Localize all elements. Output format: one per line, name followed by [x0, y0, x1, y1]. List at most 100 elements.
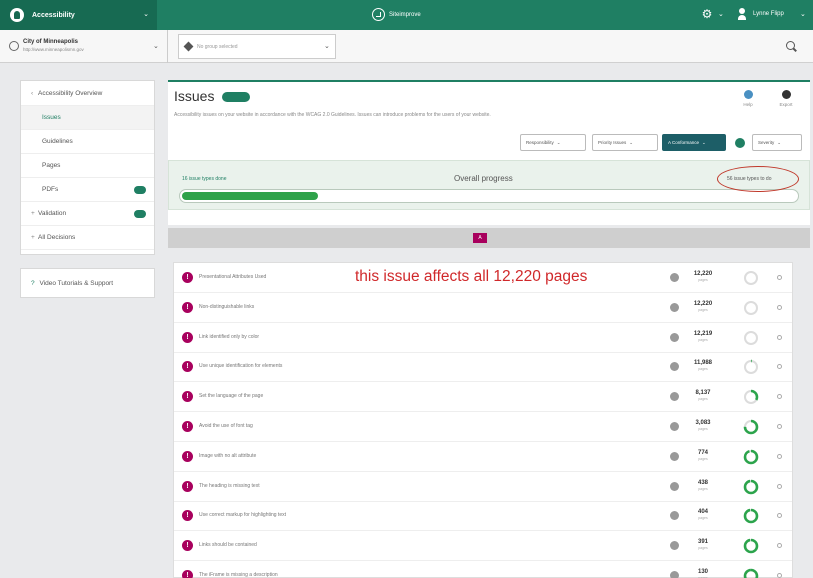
- progress-ring-track: [744, 360, 758, 375]
- siteimprove-logo: Siteimprove: [372, 8, 421, 21]
- row-menu-icon[interactable]: [777, 304, 782, 310]
- issue-label[interactable]: Link identified only by color: [199, 334, 259, 340]
- search-icon[interactable]: [786, 41, 795, 50]
- help-icon[interactable]: [670, 392, 679, 402]
- page-count: 3,083 pages: [692, 420, 714, 431]
- chevron-down-icon[interactable]: ⌄: [800, 10, 806, 18]
- sidebar-item[interactable]: Guidelines: [21, 130, 154, 154]
- help-icon[interactable]: [670, 332, 679, 342]
- row-menu-icon[interactable]: [777, 394, 782, 400]
- sidebar-item-label: All Decisions: [38, 234, 76, 241]
- help-icon[interactable]: [670, 511, 679, 521]
- info-icon[interactable]: [735, 138, 745, 148]
- progress-ring: [743, 360, 759, 375]
- issue-label[interactable]: Set the language of the page: [199, 393, 263, 399]
- issue-row[interactable]: ! The iFrame is missing a description 130 p…: [174, 561, 792, 578]
- progress-fill: [182, 192, 318, 200]
- page-count-unit: pages: [698, 427, 708, 431]
- filter-dropdown[interactable]: A Conformance ⌄: [662, 134, 726, 151]
- filter-dropdown[interactable]: Severity ⌄: [752, 134, 802, 151]
- issue-label[interactable]: Use unique identification for elements: [199, 363, 282, 369]
- progress-ring: [743, 449, 759, 465]
- issue-row[interactable]: ! Set the language of the page 8,137 pages: [174, 382, 792, 413]
- row-menu-icon[interactable]: [777, 453, 782, 459]
- user-icon[interactable]: [738, 8, 746, 20]
- issue-label[interactable]: Avoid the use of font tag: [199, 423, 253, 429]
- user-name[interactable]: Lynne Flipp: [753, 11, 784, 17]
- issue-row[interactable]: ! Image with no alt attribute 774 pages: [174, 442, 792, 472]
- group-selector[interactable]: No group selected ⌄: [178, 34, 336, 59]
- page-count: 12,220 pages: [692, 271, 714, 282]
- issue-label[interactable]: Non-distinguishable links: [199, 304, 254, 310]
- video-tutorials-support[interactable]: ? Video Tutorials & Support: [20, 268, 155, 298]
- row-menu-icon[interactable]: [777, 424, 782, 429]
- error-icon: !: [182, 272, 193, 283]
- progress-ring: [744, 271, 758, 285]
- row-menu-icon[interactable]: [777, 483, 782, 489]
- help-icon[interactable]: [670, 451, 679, 461]
- issue-label[interactable]: Image with no alt attribute: [199, 453, 256, 459]
- page-count-value: 12,220: [693, 271, 713, 277]
- product-switcher[interactable]: Accessibility ⌄: [0, 0, 157, 30]
- help-icon[interactable]: [670, 422, 679, 431]
- chevron-down-icon[interactable]: ⌄: [718, 10, 724, 18]
- filter-label: Severity: [758, 140, 775, 145]
- issue-label[interactable]: The iFrame is missing a description: [199, 572, 278, 578]
- export-button[interactable]: Export: [776, 90, 796, 107]
- issue-row[interactable]: ! Use correct markup for highlighting tex…: [174, 501, 792, 532]
- page-count-value: 391: [697, 539, 708, 546]
- help-icon[interactable]: [670, 362, 679, 372]
- help-button[interactable]: Help: [740, 90, 756, 107]
- issue-row[interactable]: ! Link identified only by color 12,219 page…: [174, 323, 792, 353]
- row-menu-icon[interactable]: [777, 573, 782, 578]
- help-icon[interactable]: [670, 302, 679, 312]
- annotation-circle: [717, 166, 799, 192]
- row-menu-icon[interactable]: [777, 275, 782, 280]
- progress-ring-track: [744, 330, 758, 345]
- issue-row[interactable]: ! Non-distinguishable links 12,220 pages: [174, 293, 792, 323]
- filter-dropdown[interactable]: Responsibility ⌄: [520, 134, 586, 151]
- progress-ring: [743, 568, 759, 578]
- gear-icon[interactable]: ⚙: [700, 7, 714, 21]
- sidebar-item[interactable]: PDFs: [21, 178, 154, 202]
- sidebar-item[interactable]: + Validation: [21, 202, 154, 226]
- page-count-value: 11,988: [693, 360, 713, 367]
- site-selector[interactable]: City of Minneapolis http://www.minneapol…: [0, 30, 168, 63]
- row-menu-icon[interactable]: [777, 543, 782, 549]
- issue-label[interactable]: Use correct markup for highlighting text: [199, 512, 286, 518]
- top-bar: Accessibility ⌄ Siteimprove ⚙ ⌄ Lynne Fl…: [0, 0, 813, 30]
- help-icon[interactable]: [670, 541, 679, 551]
- sidebar-item[interactable]: Issues: [21, 106, 154, 130]
- row-menu-icon[interactable]: [777, 334, 782, 340]
- issue-label[interactable]: Presentational Attributes Used: [199, 274, 266, 280]
- issue-row[interactable]: ! The heading is missing text 438 pages: [174, 472, 792, 502]
- progress-ring: [743, 419, 759, 435]
- issue-label[interactable]: The heading is missing text: [199, 483, 260, 489]
- sidebar-item[interactable]: + All Decisions: [21, 226, 154, 250]
- page-count-unit: pages: [698, 516, 708, 521]
- issue-label[interactable]: Links should be contained: [199, 542, 257, 548]
- overall-progress: 16 issue types done Overall progress 56 …: [168, 160, 810, 210]
- row-menu-icon[interactable]: [777, 364, 782, 370]
- error-icon: !: [182, 510, 193, 522]
- issue-row[interactable]: ! Links should be contained 391 pages: [174, 531, 792, 562]
- help-icon: ?: [31, 280, 35, 287]
- progress-ring: [743, 538, 759, 554]
- page-count-value: 12,220: [693, 300, 713, 307]
- row-menu-icon[interactable]: [777, 513, 782, 519]
- chevron-down-icon: ⌄: [556, 140, 561, 145]
- filter-dropdown[interactable]: Priority Issues ⌄: [592, 134, 658, 151]
- issue-row[interactable]: ! Use unique identification for elements 1…: [174, 352, 792, 383]
- page-count-unit: pages: [698, 278, 708, 282]
- help-icon[interactable]: [670, 571, 679, 578]
- issue-row[interactable]: ! Avoid the use of font tag 3,083 pages: [174, 412, 792, 442]
- sidebar-item[interactable]: Pages: [21, 154, 154, 178]
- issue-types-done: 16 issue types done: [182, 176, 227, 182]
- progress-ring-track: [744, 271, 758, 285]
- sidebar-item[interactable]: ‹ Accessibility Overview: [21, 82, 154, 106]
- page-count: 438 pages: [692, 480, 714, 491]
- error-icon: !: [182, 570, 193, 578]
- help-icon[interactable]: [670, 273, 679, 282]
- help-icon[interactable]: [670, 481, 679, 491]
- error-icon: !: [182, 540, 193, 552]
